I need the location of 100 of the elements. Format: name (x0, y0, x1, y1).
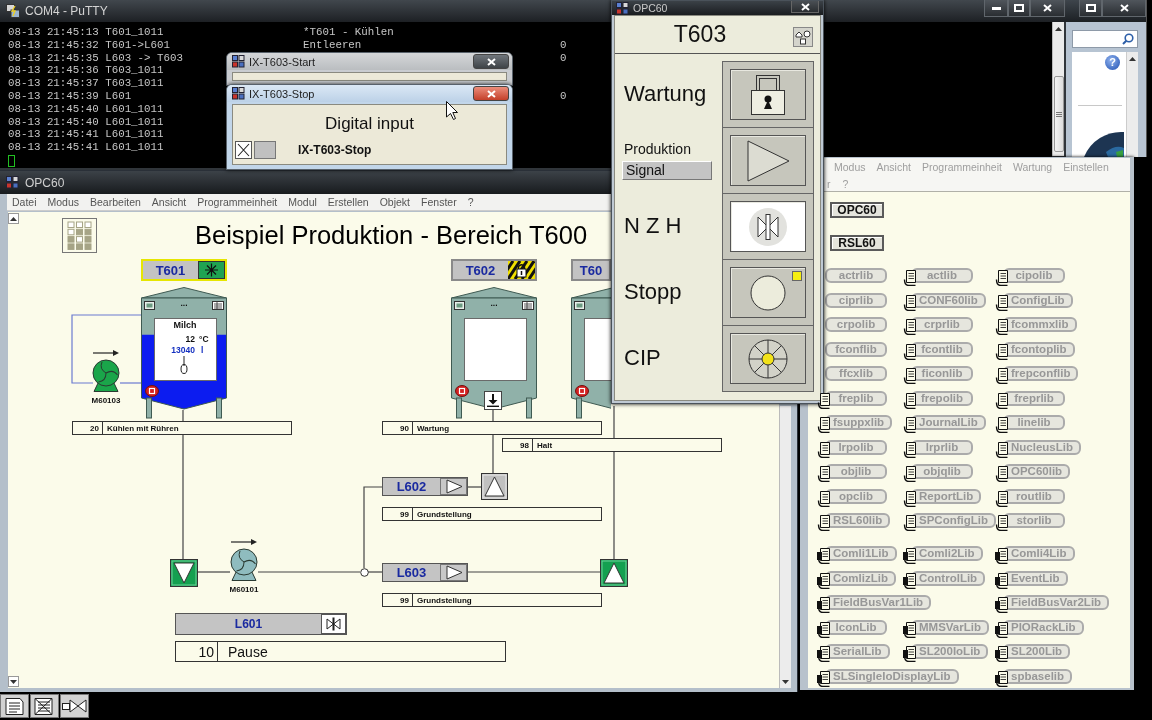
system-button[interactable]: OPC60 (830, 202, 884, 218)
library-button[interactable]: fsuppxlib (825, 415, 893, 430)
valve-button[interactable] (730, 201, 806, 252)
library-button[interactable]: lrpolib (825, 439, 887, 455)
library-button[interactable]: ComlizLib (825, 570, 896, 586)
library-button[interactable]: ReportLib (911, 488, 982, 504)
minimize-button[interactable] (984, 0, 1008, 17)
close-button[interactable] (1102, 0, 1146, 17)
library-button[interactable]: Comli1Lib (825, 546, 897, 561)
library-button[interactable]: objlib (825, 464, 887, 479)
help-button[interactable]: ? (1105, 55, 1120, 70)
library-button[interactable]: freplib (825, 390, 887, 406)
library-button[interactable]: IconLib (825, 619, 887, 635)
system-button[interactable]: RSL60 (830, 235, 884, 251)
library-button[interactable]: routlib (1003, 488, 1065, 504)
close-button[interactable] (473, 86, 509, 101)
menu-item[interactable]: Programmeinheit (921, 160, 1002, 173)
close-button[interactable] (791, 1, 819, 13)
close-button[interactable] (473, 54, 509, 69)
library-button[interactable]: ciprlib (825, 292, 887, 308)
menu-item[interactable]: Modul (288, 196, 317, 208)
library-button[interactable]: objqlib (911, 464, 973, 479)
menu-item[interactable]: Programmeinheit (197, 196, 278, 208)
checkbox[interactable] (235, 141, 252, 159)
library-button[interactable]: crpolib (825, 317, 887, 332)
library-button[interactable]: lrprlib (911, 439, 973, 455)
library-button[interactable]: FieldBusVar2Lib (1003, 595, 1110, 610)
library-button[interactable]: ficonlib (911, 366, 973, 381)
menu-item[interactable]: Ansicht (151, 196, 187, 208)
library-button[interactable]: actlib (911, 268, 973, 283)
tank-button[interactable]: T60 (571, 259, 611, 281)
app-icon (6, 176, 19, 189)
menu-item[interactable]: Einstellen (1063, 160, 1109, 173)
library-button[interactable]: fcontlib (911, 341, 973, 357)
cip-button[interactable] (730, 333, 806, 384)
line-button[interactable]: L603 (382, 563, 468, 582)
library-button[interactable]: Comli2Lib (911, 546, 983, 561)
menu-item[interactable]: Ansicht (876, 160, 911, 173)
outlet-button[interactable] (484, 391, 502, 410)
menu-item[interactable]: r (827, 177, 831, 190)
flow-arrow-icon (231, 539, 257, 545)
menu-item[interactable]: Wartung (1012, 160, 1053, 173)
scrollbar-thumb[interactable] (1053, 76, 1064, 152)
library-button[interactable]: ControlLib (911, 570, 986, 586)
library-button[interactable]: freprlib (1003, 390, 1065, 406)
library-button[interactable]: spbaselib (1003, 668, 1073, 684)
search-field[interactable] (1072, 30, 1138, 48)
scroll-up-button[interactable] (8, 213, 19, 224)
library-button[interactable]: JournalLib (911, 415, 986, 430)
scrollbar[interactable] (1052, 22, 1064, 156)
library-button[interactable]: MMSVarLib (911, 619, 989, 635)
library-button[interactable]: OPC60lib (1003, 464, 1071, 479)
grip-icon (1055, 111, 1062, 117)
menu-item[interactable]: Modus (47, 196, 80, 208)
library-button[interactable]: SLSingleIoDisplayLib (825, 668, 959, 684)
scrollbar[interactable] (1126, 52, 1138, 157)
library-button[interactable]: fconflib (825, 341, 887, 357)
library-button[interactable]: Comli4Lib (1003, 546, 1075, 561)
library-button[interactable]: SL200Lib (1003, 644, 1071, 659)
library-button[interactable]: storlib (1003, 513, 1065, 528)
maximize-button[interactable] (1079, 0, 1102, 17)
tank-button[interactable]: T601 (141, 259, 227, 281)
menu-item[interactable]: Datei (12, 196, 37, 208)
library-button[interactable]: opclib (825, 488, 887, 504)
library-button[interactable]: fcommxlib (1003, 317, 1077, 332)
library-button[interactable]: ffcxlib (825, 366, 887, 381)
library-button[interactable]: NucleusLib (1003, 439, 1081, 455)
menu-item[interactable]: Objekt (379, 196, 411, 208)
close-button[interactable] (1030, 0, 1065, 17)
library-button[interactable]: cipolib (1003, 268, 1065, 283)
library-button[interactable]: RSL60lib (825, 513, 891, 528)
library-button[interactable]: fcontoplib (1003, 341, 1075, 357)
maximize-button[interactable] (1008, 0, 1030, 17)
menu-item[interactable]: ? (467, 196, 474, 208)
menu-item[interactable]: ? (842, 177, 849, 190)
stop-button[interactable] (730, 267, 806, 318)
library-button[interactable]: frepolib (911, 390, 973, 406)
menu-item[interactable]: Fenster (421, 196, 457, 208)
scrollbar[interactable] (779, 406, 791, 688)
library-button[interactable]: EventLib (1003, 570, 1068, 586)
tank-button[interactable]: T602 (451, 259, 537, 281)
menu-item[interactable]: Bearbeiten (90, 196, 141, 208)
library-button[interactable]: PIORackLib (1003, 619, 1084, 635)
library-button[interactable]: SPConfigLib (911, 513, 996, 528)
line-button[interactable]: L602 (382, 477, 468, 496)
library-button[interactable]: linelib (1003, 415, 1065, 430)
scroll-down-button[interactable] (8, 676, 19, 687)
library-button[interactable]: frepconflib (1003, 366, 1079, 381)
menu-item[interactable]: Modus (834, 160, 866, 173)
menu-item[interactable]: Erstellen (327, 196, 369, 208)
library-button[interactable]: SerialLib (825, 644, 890, 659)
library-button[interactable]: SL200IoLib (911, 644, 989, 659)
library-button[interactable]: ConfigLib (1003, 292, 1073, 308)
library-button[interactable]: FieldBusVar1Lib (825, 595, 932, 610)
library-button[interactable]: actrlib (825, 268, 887, 283)
library-button[interactable]: CONF60lib (911, 292, 986, 308)
line-button[interactable]: L601 (175, 613, 347, 635)
library-button[interactable]: crprlib (911, 317, 973, 332)
play-button[interactable] (730, 135, 806, 186)
padlock-button[interactable] (730, 69, 806, 120)
